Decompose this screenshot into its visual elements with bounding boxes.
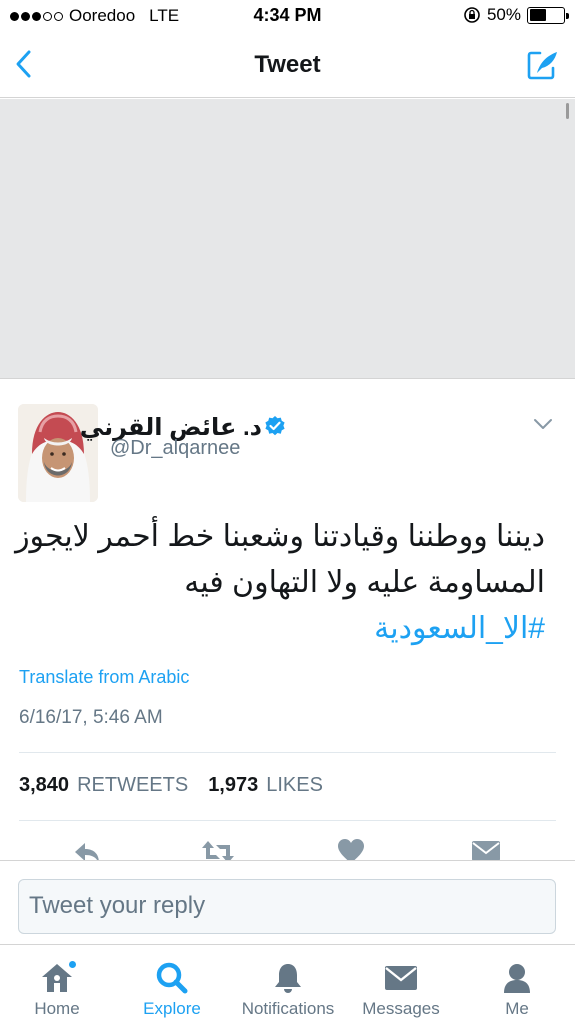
retweets-count[interactable]: 3,840 [19,774,69,797]
rotation-lock-icon [464,7,480,23]
tab-me[interactable]: Me [482,945,552,1024]
compose-tweet-icon [527,51,557,80]
navigation-bar: Tweet [0,32,575,98]
tweet-text-line: المساومة عليه ولا التهاون فيه [184,566,545,599]
notification-dot [68,960,77,969]
likes-count[interactable]: 1,973 [208,774,258,797]
tab-label: Messages [362,999,440,1018]
person-icon [504,964,530,993]
status-bar: Ooredoo LTE 4:34 PM 50% [0,0,575,32]
battery-icon [527,6,569,24]
chevron-down-icon[interactable] [531,414,555,434]
divider [19,752,556,753]
search-icon [156,962,188,994]
tab-messages[interactable]: Messages [358,945,444,1024]
translate-link[interactable]: Translate from Arabic [19,667,189,688]
scroll-indicator [566,103,569,119]
bell-icon [275,964,301,993]
verified-badge-icon [265,416,285,436]
divider [19,820,556,821]
tab-label: Me [505,999,529,1018]
hashtag-link[interactable]: #الا_السعودية [15,606,545,652]
tweet-text: ديننا ووطننا وقيادتنا وشعبنا خط أحمر لاي… [15,514,545,652]
heart-icon[interactable] [337,837,365,861]
page-title: Tweet [254,51,321,78]
tweet-timestamp: 6/16/17, 5:46 AM [19,707,163,728]
tab-explore[interactable]: Explore [136,945,208,1024]
tweet-media[interactable] [0,99,575,379]
tweet-actions [0,835,575,861]
tab-label: Explore [143,999,201,1018]
tab-bar: Home Explore Notifications Messages Me [0,944,575,1024]
tab-label: Home [34,999,80,1018]
status-right: 50% [463,5,569,25]
compose-button[interactable] [523,46,563,84]
tweet-text-line: ديننا ووطننا وقيادتنا وشعبنا خط أحمر لاي… [15,520,545,553]
user-handle[interactable]: @Dr_alqarnee [110,437,240,460]
retweets-label[interactable]: RETWEETS [77,774,188,797]
direct-message-icon[interactable] [470,837,502,861]
tweet-stats: 3,840 RETWEETS 1,973 LIKES [19,774,323,797]
reply-icon[interactable] [72,837,102,861]
tab-home[interactable]: Home [22,945,92,1024]
reply-bar: Tweet your reply [0,860,575,944]
likes-label[interactable]: LIKES [266,774,323,797]
envelope-icon [385,966,417,990]
tab-notifications[interactable]: Notifications [232,945,344,1024]
tab-label: Notifications [241,999,335,1018]
reply-input[interactable]: Tweet your reply [18,879,556,934]
retweet-icon[interactable] [200,837,236,861]
battery-percent: 50% [486,5,521,24]
